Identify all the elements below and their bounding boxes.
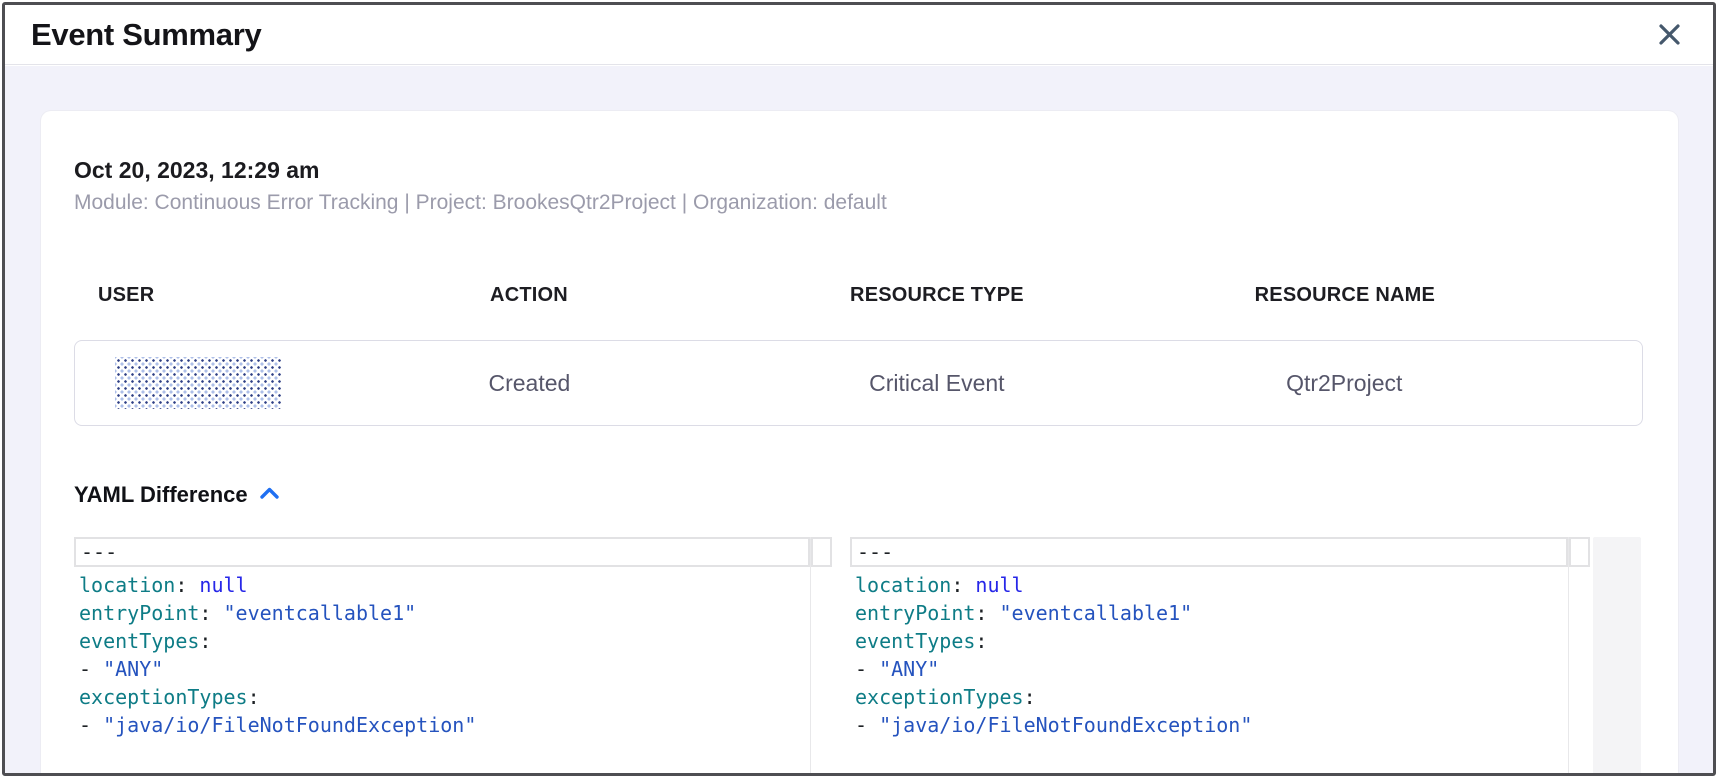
yaml-code-line: eventTypes: [74, 627, 832, 655]
resource-name-cell: Qtr2Project [1156, 370, 1532, 397]
table-header-row: USER ACTION RESOURCE TYPE RESOURCE NAME [74, 283, 1643, 307]
chevron-up-icon [259, 486, 280, 505]
yaml-code-line: location: null [74, 571, 832, 599]
table-row: Created Critical Event Qtr2Project [74, 340, 1643, 426]
yaml-code-line: - "java/io/FileNotFoundException" [850, 711, 1590, 739]
modal-window: Event Summary Oct 20, 2023, 12:29 am Mod… [2, 2, 1716, 776]
yaml-code-line: eventTypes: [850, 627, 1590, 655]
yaml-code-line: location: null [850, 571, 1590, 599]
modal-header: Event Summary [5, 5, 1713, 65]
event-meta: Module: Continuous Error Tracking | Proj… [74, 190, 1643, 215]
yaml-left-code: location: nullentryPoint: "eventcallable… [74, 567, 832, 739]
column-header-resource-type: RESOURCE TYPE [717, 283, 1156, 307]
yaml-right-code: location: nullentryPoint: "eventcallable… [850, 567, 1590, 739]
column-header-user: USER [74, 283, 341, 307]
event-timestamp: Oct 20, 2023, 12:29 am [74, 156, 1643, 184]
diff-vertical-scrollbar[interactable] [1593, 537, 1641, 776]
event-summary-card: Oct 20, 2023, 12:29 am Module: Continuou… [41, 111, 1678, 776]
yaml-left-first-line: --- [74, 537, 810, 567]
yaml-code-line: exceptionTypes: [74, 683, 832, 711]
close-icon [1656, 36, 1683, 51]
close-button[interactable] [1652, 17, 1687, 52]
column-header-action: ACTION [341, 283, 718, 307]
modal-body: Oct 20, 2023, 12:29 am Module: Continuou… [5, 66, 1713, 773]
yaml-code-line: - "ANY" [74, 655, 832, 683]
yaml-pane-right[interactable]: --- location: nullentryPoint: "eventcall… [850, 537, 1590, 776]
yaml-code-line: exceptionTypes: [850, 683, 1590, 711]
column-header-resource-name: RESOURCE NAME [1157, 283, 1534, 307]
yaml-code-line: entryPoint: "eventcallable1" [74, 599, 832, 627]
yaml-left-scrollbar[interactable] [810, 537, 832, 776]
yaml-difference-toggle[interactable]: YAML Difference [74, 482, 280, 508]
yaml-difference-label: YAML Difference [74, 482, 248, 508]
modal-title: Event Summary [31, 17, 261, 53]
yaml-right-first-line: --- [850, 537, 1568, 567]
user-redacted-pattern [115, 357, 281, 409]
resource-type-cell: Critical Event [717, 370, 1156, 397]
yaml-pane-left[interactable]: --- location: nullentryPoint: "eventcall… [74, 537, 832, 776]
yaml-right-scrollbar[interactable] [1568, 537, 1590, 776]
yaml-left-scrollbar-thumb[interactable] [811, 537, 832, 567]
yaml-right-scrollbar-thumb[interactable] [1569, 537, 1590, 567]
user-cell [75, 357, 341, 409]
yaml-code-line: entryPoint: "eventcallable1" [850, 599, 1590, 627]
yaml-code-line: - "java/io/FileNotFoundException" [74, 711, 832, 739]
yaml-code-line: - "ANY" [850, 655, 1590, 683]
action-cell: Created [341, 370, 717, 397]
yaml-diff-viewer: --- location: nullentryPoint: "eventcall… [74, 537, 1643, 776]
